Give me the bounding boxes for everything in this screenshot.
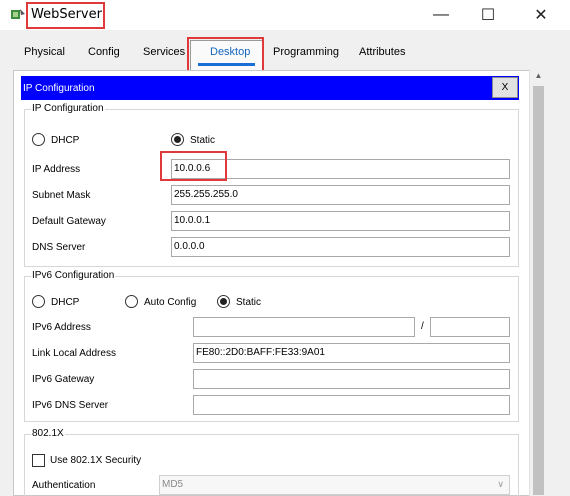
title-highlight-box	[26, 2, 105, 29]
ipv4-static-label: Static	[190, 135, 216, 146]
dns-server-field[interactable]: 0.0.0.0	[171, 237, 510, 257]
prefix-separator: /	[421, 321, 424, 332]
minimize-icon[interactable]: —	[418, 0, 464, 30]
use-8021x-label: Use 802.1X Security	[50, 455, 142, 466]
authentication-label: Authentication	[32, 480, 96, 491]
tab-programming[interactable]: Programming	[273, 46, 339, 58]
scroll-up-icon[interactable]: ▲	[530, 71, 547, 83]
desktop-tab-highlight-box	[187, 37, 264, 73]
ipv4-static-radio[interactable]	[171, 133, 184, 146]
vertical-scrollbar[interactable]: ▲	[529, 69, 546, 496]
ipv6-dns-label: IPv6 DNS Server	[32, 400, 109, 411]
ip-config-header: IP Configuration X	[21, 76, 519, 100]
ipv6-gateway-label: IPv6 Gateway	[32, 374, 95, 385]
ip-address-highlight-box	[160, 151, 227, 181]
tab-config[interactable]: Config	[88, 46, 120, 58]
authentication-select[interactable]: MD5 ∨	[159, 475, 510, 495]
ipv6-dhcp-label: DHCP	[51, 297, 80, 308]
subnet-mask-label: Subnet Mask	[32, 190, 91, 201]
tab-physical[interactable]: Physical	[24, 46, 65, 58]
tab-services[interactable]: Services	[143, 46, 185, 58]
subnet-mask-field[interactable]: 255.255.255.0	[171, 185, 510, 205]
ipv6-address-field[interactable]	[193, 317, 415, 337]
chevron-down-icon: ∨	[497, 479, 504, 489]
ipv4-dhcp-label: DHCP	[51, 135, 80, 146]
ipv6-static-radio[interactable]	[217, 295, 230, 308]
ipv6-gateway-field[interactable]	[193, 369, 510, 389]
link-local-label: Link Local Address	[32, 348, 116, 359]
tab-attributes[interactable]: Attributes	[359, 46, 405, 58]
ipv6-auto-config-radio[interactable]	[125, 295, 138, 308]
tab-bar: Physical Config Services Desktop Program…	[0, 30, 570, 70]
ipv6-dhcp-radio[interactable]	[32, 295, 45, 308]
close-icon[interactable]: ✕	[512, 0, 570, 30]
app-icon	[10, 7, 26, 23]
ipv6-address-label: IPv6 Address	[32, 322, 91, 333]
ip-config-close-button[interactable]: X	[492, 77, 518, 98]
use-8021x-checkbox[interactable]	[32, 454, 45, 467]
ip-address-label: IP Address	[32, 164, 81, 175]
ipv6-prefix-length-field[interactable]	[430, 317, 510, 337]
dns-server-label: DNS Server	[32, 242, 86, 253]
ip-config-title: IP Configuration	[23, 83, 95, 94]
ipv6-static-label: Static	[236, 297, 262, 308]
dot1x-group-title: 802.1X	[31, 428, 65, 439]
ipv6-dns-field[interactable]	[193, 395, 510, 415]
ipv4-group-title: IP Configuration	[31, 103, 105, 114]
default-gateway-label: Default Gateway	[32, 216, 106, 227]
link-local-field[interactable]: FE80::2D0:BAFF:FE33:9A01	[193, 343, 510, 363]
ipv6-group-title: IPv6 Configuration	[31, 270, 116, 281]
ipv4-dhcp-radio[interactable]	[32, 133, 45, 146]
scroll-thumb[interactable]	[533, 86, 544, 495]
maximize-icon[interactable]: ☐	[465, 0, 511, 30]
default-gateway-field[interactable]: 10.0.0.1	[171, 211, 510, 231]
ipv6-auto-config-label: Auto Config	[144, 297, 197, 308]
